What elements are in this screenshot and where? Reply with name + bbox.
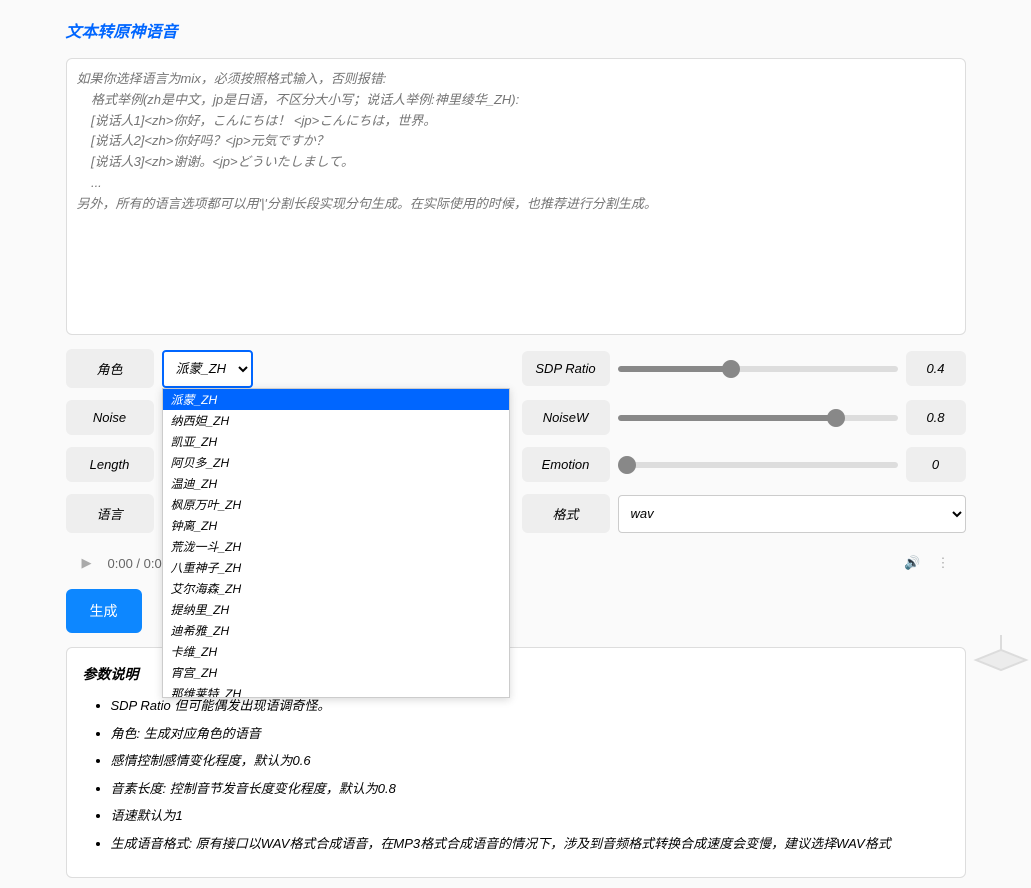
doc-item: 感情控制感情变化程度，默认为0.6 bbox=[111, 751, 949, 771]
controls-grid: 角色 派蒙_ZH 派蒙_ZH纳西妲_ZH凯亚_ZH阿贝多_ZH温迪_ZH枫原万叶… bbox=[66, 349, 966, 533]
role-select[interactable]: 派蒙_ZH bbox=[162, 350, 253, 388]
noise-label: Noise bbox=[66, 400, 154, 435]
sdp-slider[interactable] bbox=[618, 366, 898, 372]
page-title: 文本转原神语音 bbox=[66, 18, 966, 42]
dropdown-item[interactable]: 艾尔海森_ZH bbox=[163, 578, 509, 599]
role-label: 角色 bbox=[66, 349, 154, 388]
text-input-wrap bbox=[66, 58, 966, 335]
play-icon[interactable]: ▶ bbox=[82, 555, 92, 571]
emotion-row: Emotion 0 bbox=[522, 447, 966, 482]
noisew-label: NoiseW bbox=[522, 400, 610, 435]
dropdown-item[interactable]: 荒泷一斗_ZH bbox=[163, 536, 509, 557]
header: 文本转原神语音 bbox=[66, 10, 966, 50]
text-input[interactable] bbox=[77, 69, 955, 319]
role-row: 角色 派蒙_ZH 派蒙_ZH纳西妲_ZH凯亚_ZH阿贝多_ZH温迪_ZH枫原万叶… bbox=[66, 349, 510, 388]
lang-label: 语言 bbox=[66, 494, 154, 533]
doc-item: 角色: 生成对应角色的语音 bbox=[111, 724, 949, 744]
format-select[interactable]: wav bbox=[618, 495, 966, 533]
length-label: Length bbox=[66, 447, 154, 482]
noisew-value: 0.8 bbox=[906, 400, 966, 435]
noisew-row: NoiseW 0.8 bbox=[522, 400, 966, 435]
emotion-label: Emotion bbox=[522, 447, 610, 482]
format-row: 格式 wav bbox=[522, 494, 966, 533]
sdp-value: 0.4 bbox=[906, 351, 966, 386]
doc-item: 语速默认为1 bbox=[111, 806, 949, 826]
dropdown-item[interactable]: 迪希雅_ZH bbox=[163, 620, 509, 641]
dropdown-item[interactable]: 阿贝多_ZH bbox=[163, 452, 509, 473]
dropdown-item[interactable]: 钟离_ZH bbox=[163, 515, 509, 536]
noisew-slider[interactable] bbox=[618, 415, 898, 421]
dropdown-item[interactable]: 卡维_ZH bbox=[163, 641, 509, 662]
emotion-slider[interactable] bbox=[618, 462, 898, 468]
menu-icon[interactable]: ⋮ bbox=[937, 555, 950, 571]
audio-time: 0:00 / 0:00 bbox=[108, 556, 169, 571]
role-dropdown[interactable]: 派蒙_ZH纳西妲_ZH凯亚_ZH阿贝多_ZH温迪_ZH枫原万叶_ZH钟离_ZH荒… bbox=[162, 388, 510, 698]
format-label: 格式 bbox=[522, 494, 610, 533]
doc-list: SDP Ratio 但可能偶发出现语调奇怪。角色: 生成对应角色的语音感情控制感… bbox=[83, 696, 949, 853]
sdp-row: SDP Ratio 0.4 bbox=[522, 349, 966, 388]
doc-item: 音素长度: 控制音节发音长度变化程度，默认为0.8 bbox=[111, 779, 949, 799]
generate-button[interactable]: 生成 bbox=[66, 589, 142, 633]
dropdown-item[interactable]: 纳西妲_ZH bbox=[163, 410, 509, 431]
sdp-label: SDP Ratio bbox=[522, 351, 610, 386]
doc-item: SDP Ratio 但可能偶发出现语调奇怪。 bbox=[111, 696, 949, 716]
dropdown-item[interactable]: 那维莱特_ZH bbox=[163, 683, 509, 698]
emotion-value: 0 bbox=[906, 447, 966, 482]
dropdown-item[interactable]: 枫原万叶_ZH bbox=[163, 494, 509, 515]
dropdown-item[interactable]: 派蒙_ZH bbox=[163, 389, 509, 410]
dropdown-item[interactable]: 温迪_ZH bbox=[163, 473, 509, 494]
decor-icon bbox=[971, 630, 1031, 690]
dropdown-item[interactable]: 提纳里_ZH bbox=[163, 599, 509, 620]
volume-icon[interactable]: 🔊 bbox=[904, 555, 920, 571]
dropdown-item[interactable]: 凯亚_ZH bbox=[163, 431, 509, 452]
dropdown-item[interactable]: 八重神子_ZH bbox=[163, 557, 509, 578]
doc-item: 生成语音格式: 原有接口以WAV格式合成语音，在MP3格式合成语音的情况下，涉及… bbox=[111, 834, 949, 854]
dropdown-item[interactable]: 宵宫_ZH bbox=[163, 662, 509, 683]
